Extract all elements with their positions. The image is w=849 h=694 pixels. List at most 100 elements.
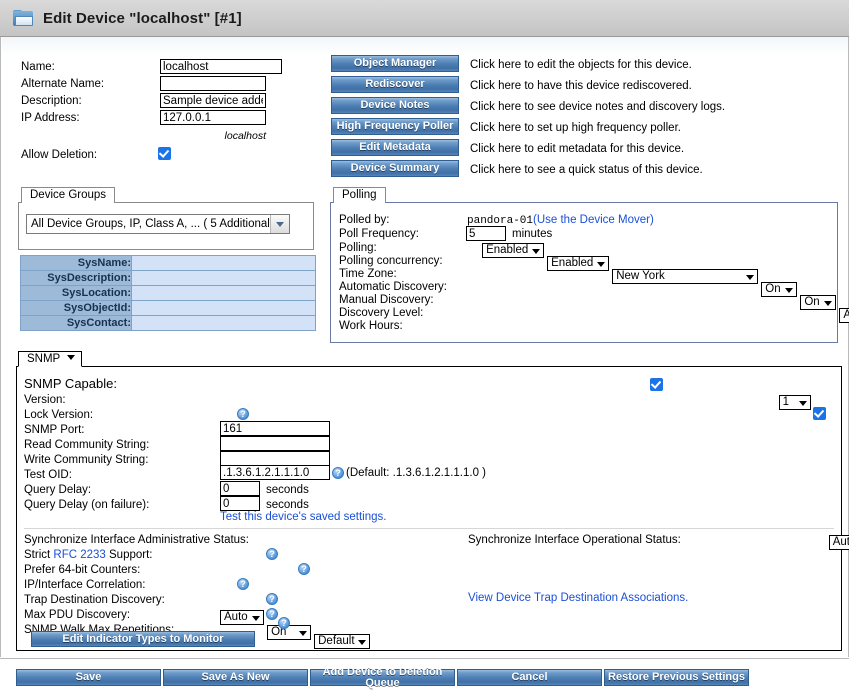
rfc-2233-link[interactable]: RFC 2233 xyxy=(53,549,105,561)
polling-select[interactable]: Enabled xyxy=(482,243,545,258)
polling-concurrency-select[interactable]: Enabled xyxy=(547,256,610,271)
cancel-button[interactable]: Cancel xyxy=(457,669,602,686)
query-delay-failure-input[interactable] xyxy=(220,496,260,511)
add-device-to-deletion-queue-button[interactable]: Add Device to Deletion Queue xyxy=(310,666,455,688)
trap-destination-associations-link[interactable]: View Device Trap Destination Association… xyxy=(468,592,688,604)
query-delay-label: Query Delay: xyxy=(24,484,92,496)
read-community-input[interactable] xyxy=(220,436,330,451)
strict-rfc-prefix: Strict xyxy=(24,549,54,561)
rediscover-hint: Click here to have this device rediscove… xyxy=(470,80,692,92)
snmp-tab[interactable]: SNMP xyxy=(18,351,83,367)
help-icon[interactable]: ? xyxy=(266,608,278,620)
max-pdu-discovery-select[interactable]: On xyxy=(267,625,312,640)
lock-version-checkbox[interactable] xyxy=(812,407,826,420)
discovery-level-label: Discovery Level: xyxy=(339,307,424,319)
snmp-version-select[interactable]: 1 xyxy=(778,395,811,410)
device-notes-button[interactable]: Device Notes xyxy=(331,97,459,114)
lock-version-label: Lock Version: xyxy=(24,409,94,421)
window-titlebar: Edit Device "localhost" [#1] xyxy=(0,0,849,37)
help-icon[interactable]: ? xyxy=(298,563,310,575)
manual-discovery-select[interactable]: On xyxy=(800,295,837,310)
sysname-label: SysName: xyxy=(20,255,132,271)
discovery-level-select-value: Auto xyxy=(843,309,849,321)
high-frequency-poller-button[interactable]: High Frequency Poller xyxy=(331,118,459,135)
use-device-mover-link[interactable]: (Use the Device Mover) xyxy=(533,214,654,226)
device-groups-selected-value: All Device Groups, IP, Class A, ... ( 5 … xyxy=(31,218,270,230)
polling-label: Polling: xyxy=(339,242,377,254)
syscontact-value xyxy=(131,315,316,331)
snmp-walk-max-repetitions-select[interactable]: Default xyxy=(314,634,371,649)
trap-destination-discovery-select-value: Auto xyxy=(224,611,248,623)
sysdescription-value xyxy=(131,270,316,286)
strict-rfc-suffix: Support: xyxy=(105,549,153,561)
snmp-walk-max-repetitions-select-value: Default xyxy=(318,635,355,647)
ip-address-input[interactable] xyxy=(160,110,266,125)
name-input[interactable] xyxy=(160,59,282,74)
alternate-name-input[interactable] xyxy=(160,76,266,91)
test-oid-label: Test OID: xyxy=(24,469,72,481)
device-summary-button[interactable]: Device Summary xyxy=(331,160,459,177)
object-manager-hint: Click here to edit the objects for this … xyxy=(470,59,692,71)
divider xyxy=(24,528,834,529)
syslocation-label: SysLocation: xyxy=(20,285,132,301)
trap-destination-discovery-select[interactable]: Auto xyxy=(220,610,264,625)
sysobjectid-label: SysObjectId: xyxy=(20,300,132,316)
polled-by-label: Polled by: xyxy=(339,214,390,226)
snmp-port-input[interactable] xyxy=(220,421,330,436)
description-label: Description: xyxy=(21,95,82,107)
chevron-down-icon[interactable] xyxy=(67,355,76,360)
name-label: Name: xyxy=(21,61,55,73)
write-community-input[interactable] xyxy=(220,451,330,466)
polling-select-value: Enabled xyxy=(486,244,529,256)
description-input[interactable] xyxy=(160,93,266,108)
syslocation-value xyxy=(131,285,316,301)
allow-deletion-label: Allow Deletion: xyxy=(21,149,98,161)
help-icon[interactable]: ? xyxy=(237,578,249,590)
query-delay-input[interactable] xyxy=(220,481,260,496)
sysname-value xyxy=(131,255,316,271)
query-delay-unit: seconds xyxy=(266,484,309,496)
object-manager-button[interactable]: Object Manager xyxy=(331,55,459,72)
edit-indicator-types-button[interactable]: Edit Indicator Types to Monitor xyxy=(31,631,255,647)
automatic-discovery-label: Automatic Discovery: xyxy=(339,281,448,293)
edit-device-page: Edit Device "localhost" [#1] Name: Alter… xyxy=(0,0,849,694)
test-saved-settings-link[interactable]: Test this device's saved settings. xyxy=(220,511,386,523)
table-row: SysLocation: xyxy=(20,285,316,301)
poll-frequency-input[interactable] xyxy=(466,226,506,241)
ip-address-label: IP Address: xyxy=(21,112,80,124)
automatic-discovery-select[interactable]: On xyxy=(761,282,798,297)
ip-interface-correlation-label: IP/Interface Correlation: xyxy=(24,579,146,591)
write-community-label: Write Community String: xyxy=(24,454,149,466)
device-groups-select[interactable]: All Device Groups, IP, Class A, ... ( 5 … xyxy=(26,214,290,234)
query-delay-failure-unit: seconds xyxy=(266,499,309,511)
strict-rfc-label: Strict RFC 2233 Support: xyxy=(24,549,152,561)
snmp-capable-checkbox[interactable] xyxy=(649,378,663,391)
help-icon[interactable]: ? xyxy=(266,548,278,560)
help-icon[interactable]: ? xyxy=(332,467,344,479)
snmp-tab-label: SNMP xyxy=(27,353,61,365)
work-hours-label: Work Hours: xyxy=(339,320,403,332)
sync-admin-status-label: Synchronize Interface Administrative Sta… xyxy=(24,534,249,546)
help-icon[interactable]: ? xyxy=(266,593,278,605)
edit-metadata-button[interactable]: Edit Metadata xyxy=(331,139,459,156)
chevron-down-icon[interactable] xyxy=(270,215,289,233)
trap-destination-discovery-label: Trap Destination Discovery: xyxy=(24,594,165,606)
snmp-version-select-value: 1 xyxy=(782,396,789,408)
save-as-new-button[interactable]: Save As New xyxy=(163,669,308,686)
restore-previous-settings-button[interactable]: Restore Previous Settings xyxy=(604,669,749,686)
device-groups-tab[interactable]: Device Groups xyxy=(21,187,116,203)
page-title: Edit Device "localhost" [#1] xyxy=(43,9,242,27)
prefer-64bit-label: Prefer 64-bit Counters: xyxy=(24,564,141,576)
discovery-level-select[interactable]: Auto xyxy=(839,308,849,323)
save-button[interactable]: Save xyxy=(16,669,161,686)
allow-deletion-checkbox[interactable] xyxy=(158,147,171,160)
test-oid-input[interactable] xyxy=(220,465,330,480)
help-icon[interactable]: ? xyxy=(278,617,290,629)
table-row: SysName: xyxy=(20,255,316,271)
rediscover-button[interactable]: Rediscover xyxy=(331,76,459,93)
help-icon[interactable]: ? xyxy=(237,408,249,420)
automatic-discovery-select-value: On xyxy=(765,283,781,295)
polling-tab[interactable]: Polling xyxy=(333,187,386,203)
time-zone-select[interactable]: New York xyxy=(612,269,759,284)
sync-admin-status-select[interactable]: Auto xyxy=(828,535,849,550)
